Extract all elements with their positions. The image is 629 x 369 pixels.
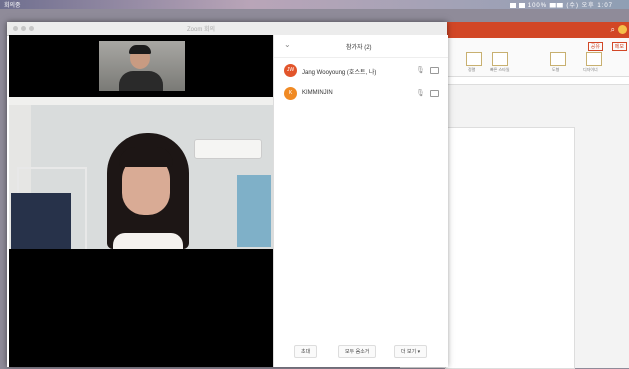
person-body bbox=[119, 71, 163, 91]
avatar: K bbox=[284, 87, 297, 100]
share-button[interactable]: 공유 bbox=[587, 42, 603, 51]
tool-label: 도형 bbox=[552, 67, 560, 72]
video-area[interactable] bbox=[9, 35, 273, 367]
status-icon bbox=[509, 2, 516, 8]
participant-row[interactable]: JW Jang Wooyoung (호스트, 나) 🎙 bbox=[284, 64, 444, 78]
close-button[interactable] bbox=[13, 26, 18, 31]
avatar[interactable] bbox=[618, 25, 627, 34]
search-icon[interactable]: ⌕ bbox=[611, 25, 615, 35]
window-title: Zoom 회의 bbox=[187, 27, 216, 33]
zoom-button[interactable] bbox=[29, 26, 34, 31]
tool-label: 디자이너 bbox=[583, 67, 598, 72]
air-conditioner bbox=[194, 139, 262, 159]
quick-style-icon[interactable] bbox=[492, 52, 508, 66]
zoom-window: Zoom 회의 ⌄ 참가자 (2) JW Jang Wooyoung (호스트,… bbox=[7, 22, 448, 367]
comment-button[interactable]: 메모 bbox=[611, 42, 627, 51]
status-icon bbox=[518, 2, 525, 8]
shape-icon[interactable] bbox=[550, 52, 566, 66]
microphone-icon[interactable]: 🎙 bbox=[416, 66, 425, 74]
chevron-down-icon[interactable]: ⌄ bbox=[284, 40, 291, 49]
active-speaker-video[interactable] bbox=[9, 97, 273, 249]
tool-label: 정렬 bbox=[468, 67, 476, 72]
person-hair bbox=[129, 45, 151, 54]
participant-row[interactable]: K KIMMINJIN 🎙 bbox=[284, 87, 444, 101]
mute-all-button[interactable]: 모두 음소거 bbox=[338, 345, 377, 358]
camera-icon[interactable] bbox=[430, 90, 439, 97]
participants-title: 참가자 (2) bbox=[346, 45, 372, 51]
minimize-button[interactable] bbox=[21, 26, 26, 31]
participant-thumbnail-video[interactable] bbox=[99, 41, 185, 91]
window bbox=[237, 175, 271, 247]
participants-panel: ⌄ 참가자 (2) JW Jang Wooyoung (호스트, 나) 🎙 K … bbox=[273, 35, 448, 367]
participants-footer: 초대 모두 음소거 더 보기 ▾ bbox=[274, 337, 448, 363]
menubar: 회의중 100% ▆▆ (수) 오후 1:07 bbox=[0, 0, 629, 9]
tool-label: 빠른 스타일 bbox=[490, 67, 510, 72]
more-button[interactable]: 더 보기 ▾ bbox=[394, 345, 428, 358]
arrange-icon[interactable] bbox=[466, 52, 482, 66]
invite-button[interactable]: 초대 bbox=[294, 345, 318, 358]
avatar: JW bbox=[284, 64, 297, 77]
menubar-app-name: 회의중 bbox=[4, 3, 21, 9]
person-bangs bbox=[119, 147, 173, 167]
designer-icon[interactable] bbox=[586, 52, 602, 66]
window-titlebar[interactable]: Zoom 회의 bbox=[7, 22, 447, 36]
microphone-icon[interactable]: 🎙 bbox=[416, 89, 425, 97]
person-shirt bbox=[113, 233, 183, 249]
participant-name: Jang Wooyoung (호스트, 나) bbox=[302, 70, 377, 76]
slide-canvas[interactable] bbox=[445, 127, 575, 369]
participants-header: ⌄ 참가자 (2) bbox=[274, 35, 448, 58]
camera-icon[interactable] bbox=[430, 67, 439, 74]
clothes bbox=[11, 193, 71, 249]
menubar-status: 100% ▆▆ (수) 오후 1:07 bbox=[509, 0, 613, 9]
menubar-status-text: 100% ▆▆ (수) 오후 1:07 bbox=[527, 3, 613, 9]
participant-name: KIMMINJIN bbox=[302, 90, 333, 96]
